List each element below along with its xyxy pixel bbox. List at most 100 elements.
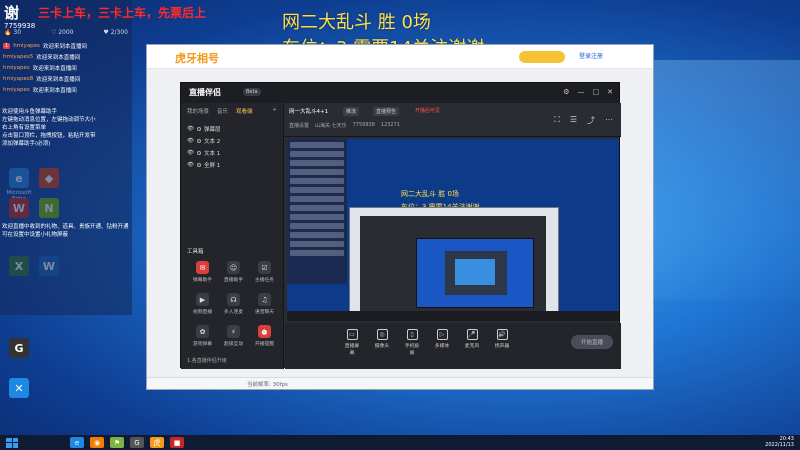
lock-icon[interactable]	[196, 127, 201, 131]
tool-label: 视频直播	[192, 310, 213, 315]
control-button[interactable]: ▷ 多媒体	[433, 329, 451, 356]
tab-viewer[interactable]: 观看端	[236, 107, 253, 115]
system-tray: 20:43 2022/11/13	[765, 436, 794, 448]
tool-item[interactable]: ☺ 直播助手	[218, 261, 249, 283]
scene-item[interactable]: 👁 文本 1	[181, 147, 283, 159]
taskbar-app-icon[interactable]: ■	[170, 437, 184, 448]
toolbox-title: 工具箱	[187, 249, 204, 255]
control-button[interactable]: 🔊 扬声器	[493, 329, 511, 356]
tool-item[interactable]: ▶ 视频直播	[187, 293, 218, 315]
tool-item[interactable]: ☑ 主播任务	[249, 261, 280, 283]
eye-icon[interactable]: 👁	[187, 150, 194, 156]
room-settings[interactable]: 直播设置	[289, 122, 309, 129]
control-icon: ▭	[346, 329, 358, 340]
clock[interactable]: 20:43 2022/11/13	[765, 436, 794, 448]
more-icon[interactable]: ⋯	[605, 115, 613, 126]
tool-icon: ☺	[227, 261, 240, 274]
cart-icon[interactable]: ☰	[570, 115, 577, 126]
share-icon[interactable]: ⤴	[587, 115, 595, 126]
danmaku-overlay[interactable]: 谢 三卡上车，三卡上车，先票后上 7759938 🔥 30 ♡ 2000 ♥ 2…	[0, 0, 206, 315]
feed-user: hmiyapes5	[3, 53, 34, 60]
lock-icon[interactable]	[196, 151, 201, 155]
control-button[interactable]: ▯ 手机投屏	[403, 329, 421, 356]
stream-preview[interactable]: 网二大乱斗 胜 0场 车位：3 需要14关注谢谢	[287, 139, 619, 321]
eye-icon[interactable]: 👁	[187, 162, 194, 168]
close-icon[interactable]: ✕	[607, 88, 613, 96]
sidebar: 我的场景 音乐 观看端 + 👁 弹幕层 👁 文本 2 👁 文本 1 👁 全屏 1 工具箱…	[181, 103, 284, 369]
window-controls: ⚙ — □ ✕	[563, 88, 613, 96]
taskbar-app-icon[interactable]: ◉	[90, 437, 104, 448]
control-icon: ◎	[376, 329, 388, 340]
tool-label: 超级互动	[223, 342, 244, 347]
control-label: 直播屏幕	[344, 344, 360, 356]
scene-item[interactable]: 👁 全屏 1	[181, 159, 283, 171]
desktop-icon-tool-icon[interactable]: ✕	[4, 378, 34, 400]
feed-msg: 欢迎来到本直播间	[32, 65, 77, 72]
bag-icon[interactable]: ⛶	[554, 115, 560, 126]
tool-item[interactable]: ⏰ 开播提醒	[249, 325, 280, 347]
feed-user: hmiyapes	[3, 86, 30, 93]
desktop-icon-game-icon[interactable]: G	[4, 338, 34, 360]
scene-item[interactable]: 👁 弹幕层	[181, 123, 283, 135]
overlay-title: 谢	[4, 4, 20, 22]
tool-icon: ✕	[9, 378, 29, 398]
maximize-icon[interactable]: □	[593, 88, 600, 96]
tool-item[interactable]: ✿ 游戏弹幕	[187, 325, 218, 347]
tab-scenes[interactable]: 我的场景	[187, 107, 209, 115]
list-item: hmiyapes5 欢迎来到本直播间	[3, 51, 129, 62]
tool-item[interactable]: ☊ 多人连麦	[218, 293, 249, 315]
title-bar: 直播伴侣 Beta ⚙ — □ ✕	[181, 83, 619, 103]
huya-app-button[interactable]	[519, 51, 565, 63]
control-label: 扬声器	[494, 344, 510, 349]
minimize-icon[interactable]: —	[578, 88, 585, 96]
tool-icon: ☑	[258, 261, 271, 274]
scene-item[interactable]: 👁 文本 2	[181, 135, 283, 147]
lock-icon[interactable]	[196, 163, 201, 167]
settings-icon[interactable]: ⚙	[563, 88, 569, 96]
zhibo-banlv-window[interactable]: 直播伴侣 Beta ⚙ — □ ✕ 我的场景 音乐 观看端 + 👁 弹幕层 👁 文本…	[180, 82, 621, 369]
feed-msg: 欢迎来到本直播间	[32, 87, 77, 94]
room-name[interactable]: 网一大乱斗4+1	[289, 107, 328, 115]
level-badge: 1	[3, 42, 11, 49]
login-link[interactable]: 登录注册	[579, 51, 603, 60]
control-label: 麦克风	[464, 344, 480, 349]
tool-item[interactable]: ♫ 语音聊天	[249, 293, 280, 315]
control-label: 摄像头	[374, 344, 390, 349]
app-logo: 直播伴侣	[189, 88, 221, 97]
scene-list: 👁 弹幕层 👁 文本 2 👁 文本 1 👁 全屏 1	[181, 123, 283, 171]
control-button[interactable]: ◎ 摄像头	[373, 329, 391, 356]
control-icon: ▯	[406, 329, 418, 340]
room-category[interactable]: 山海关·七天乐	[315, 122, 347, 129]
scene-label: 弹幕层	[203, 127, 221, 133]
add-icon[interactable]: +	[272, 107, 277, 115]
tab-music[interactable]: 音乐	[217, 107, 228, 115]
huya-header: 虎牙相号 登录注册	[147, 45, 653, 69]
control-button[interactable]: ▭ 直播屏幕	[343, 329, 361, 356]
version-badge: Beta	[243, 88, 261, 96]
eye-icon[interactable]: 👁	[187, 138, 194, 144]
tool-item[interactable]: ✉ 弹幕助手	[187, 261, 218, 283]
feed-msg: 欢迎来到本直播间	[36, 54, 81, 61]
tool-item[interactable]: ⚡ 超级互动	[218, 325, 249, 347]
tag-preview[interactable]: 直播预告	[373, 107, 400, 116]
scene-tabs: 我的场景 音乐 观看端 +	[181, 103, 283, 119]
control-bar: ▭ 直播屏幕 ◎ 摄像头 ▯ 手机投屏 ▷ 多媒体 🎤 麦克风 🔊 扬声器 开始直播	[285, 323, 621, 369]
banner-line-1: 网二大乱斗 胜 0场	[282, 12, 431, 33]
start-live-button[interactable]: 开始直播	[571, 335, 613, 349]
taskbar-app-icon[interactable]: G	[130, 437, 144, 448]
tag-push[interactable]: 推流	[343, 107, 360, 116]
taskbar-app-icon[interactable]: e	[70, 437, 84, 448]
eye-icon[interactable]: 👁	[187, 126, 194, 132]
sidebar-footer: 1.各直播伴侣升级	[187, 358, 227, 364]
taskbar-app-icon[interactable]: ⚑	[110, 437, 124, 448]
control-icon: ▷	[436, 329, 448, 340]
scene-label: 全屏 1	[203, 163, 221, 169]
overlay-notes: 欢迎使用斗鱼弹幕助手 左键拖动消息位置，左键拖动调节大小 右上角有设置菜单 点击…	[2, 109, 96, 147]
control-button[interactable]: 🎤 麦克风	[463, 329, 481, 356]
taskbar-app-icon[interactable]: 虎	[150, 437, 164, 448]
stat-fire: 🔥 30	[4, 29, 22, 36]
windows-start-icon[interactable]	[6, 437, 18, 448]
overlay-stats: 🔥 30 ♡ 2000 ♥ 2/300	[4, 29, 128, 36]
lock-icon[interactable]	[196, 139, 201, 143]
feed-user: hmiyapes	[3, 64, 30, 71]
